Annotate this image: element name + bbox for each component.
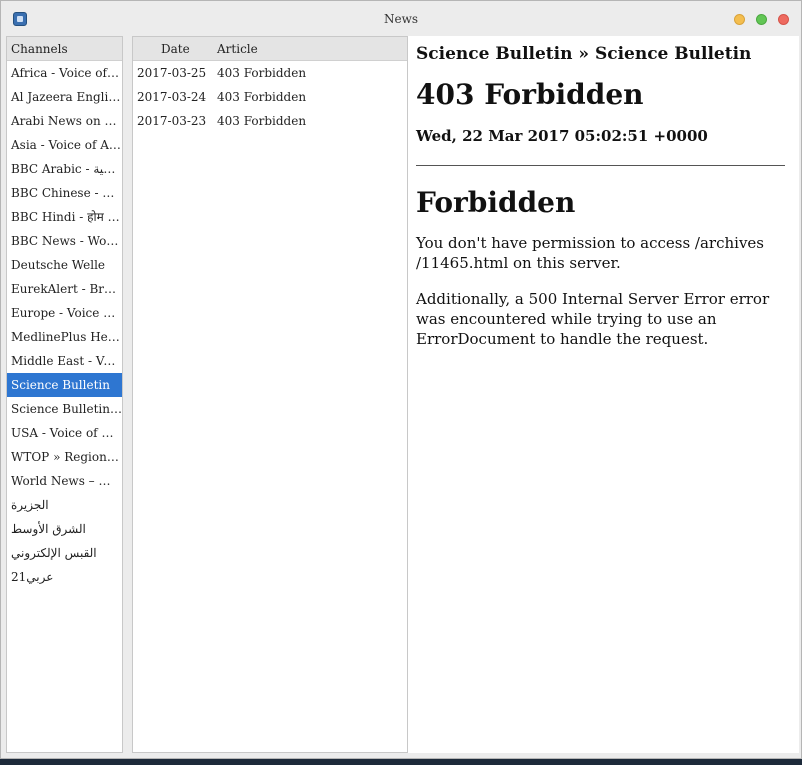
channels-header-label: Channels: [11, 42, 68, 56]
channel-item[interactable]: Arabi News on The New Arab: [7, 109, 122, 133]
article-date-cell: 2017-03-23: [137, 114, 207, 128]
articles-header: Date Article: [133, 37, 407, 61]
channel-list: Africa - Voice of AmericaAl Jazeera Engl…: [7, 61, 122, 589]
article-subheading: Forbidden: [416, 186, 576, 219]
article-heading: 403 Forbidden: [416, 78, 644, 111]
channel-item[interactable]: World News – WTOP: [7, 469, 122, 493]
minimize-button[interactable]: [734, 14, 745, 25]
channel-item[interactable]: Asia - Voice of America: [7, 133, 122, 157]
article-date: Wed, 22 Mar 2017 05:02:51 +0000: [416, 127, 708, 145]
channel-item[interactable]: Middle East - Voice of America: [7, 349, 122, 373]
channels-header[interactable]: Channels: [7, 37, 122, 61]
channel-item[interactable]: Science Bulletin: [7, 373, 122, 397]
close-button[interactable]: [778, 14, 789, 25]
divider: [416, 165, 785, 166]
channel-item[interactable]: EurekAlert - Breaking News: [7, 277, 122, 301]
article-title-cell: 403 Forbidden: [217, 90, 307, 104]
window-title: News: [383, 12, 419, 26]
article-row[interactable]: 2017-03-24 403 Forbidden: [133, 85, 407, 109]
article-paragraph: Additionally, a 500 Internal Server Erro…: [416, 290, 770, 348]
channel-item[interactable]: Al Jazeera English: [7, 85, 122, 109]
title-bar[interactable]: News: [1, 1, 801, 36]
channel-item[interactable]: BBC News - World: [7, 229, 122, 253]
channels-pane[interactable]: Channels Africa - Voice of AmericaAl Jaz…: [6, 36, 123, 753]
news-window: News Channels Africa - Voice of AmericaA…: [0, 0, 802, 759]
channel-item[interactable]: Deutsche Welle: [7, 253, 122, 277]
channel-item[interactable]: BBC Arabic - الرئيسية: [7, 157, 122, 181]
channel-item[interactable]: القبس الإلكتروني: [7, 541, 122, 565]
channel-item[interactable]: الجزيرة: [7, 493, 122, 517]
article-list: 2017-03-25 403 Forbidden 2017-03-24 403 For…: [133, 61, 407, 133]
article-column-header[interactable]: Article: [217, 42, 258, 56]
channel-item[interactable]: Science Bulletin » Science Bulletin: [7, 397, 122, 421]
channel-item[interactable]: WTOP » Regions » World: [7, 445, 122, 469]
article-row[interactable]: 2017-03-25 403 Forbidden: [133, 61, 407, 85]
channel-item[interactable]: BBC Hindi - होम पेज: [7, 205, 122, 229]
channel-item[interactable]: USA - Voice of America: [7, 421, 122, 445]
channel-item[interactable]: الشرق الأوسط: [7, 517, 122, 541]
channel-item[interactable]: عربي21: [7, 565, 122, 589]
feed-title: Science Bulletin » Science Bulletin: [416, 44, 752, 64]
article-content-pane: Science Bulletin » Science Bulletin 403 …: [408, 36, 799, 753]
maximize-button[interactable]: [756, 14, 767, 25]
article-date-cell: 2017-03-25: [137, 66, 207, 80]
article-date-cell: 2017-03-24: [137, 90, 207, 104]
article-paragraph: You don't have permission to access /arc…: [416, 234, 765, 272]
channel-item[interactable]: Europe - Voice of America: [7, 301, 122, 325]
article-title-cell: 403 Forbidden: [217, 114, 307, 128]
article-title-cell: 403 Forbidden: [217, 66, 307, 80]
channel-item[interactable]: Africa - Voice of America: [7, 61, 122, 85]
article-row[interactable]: 2017-03-23 403 Forbidden: [133, 109, 407, 133]
channel-item[interactable]: BBC Chinese - 主页: [7, 181, 122, 205]
articles-pane[interactable]: Date Article 2017-03-25 403 Forbidden 2017…: [132, 36, 408, 753]
channel-item[interactable]: MedlinePlus Health News: [7, 325, 122, 349]
date-column-header[interactable]: Date: [161, 42, 190, 56]
